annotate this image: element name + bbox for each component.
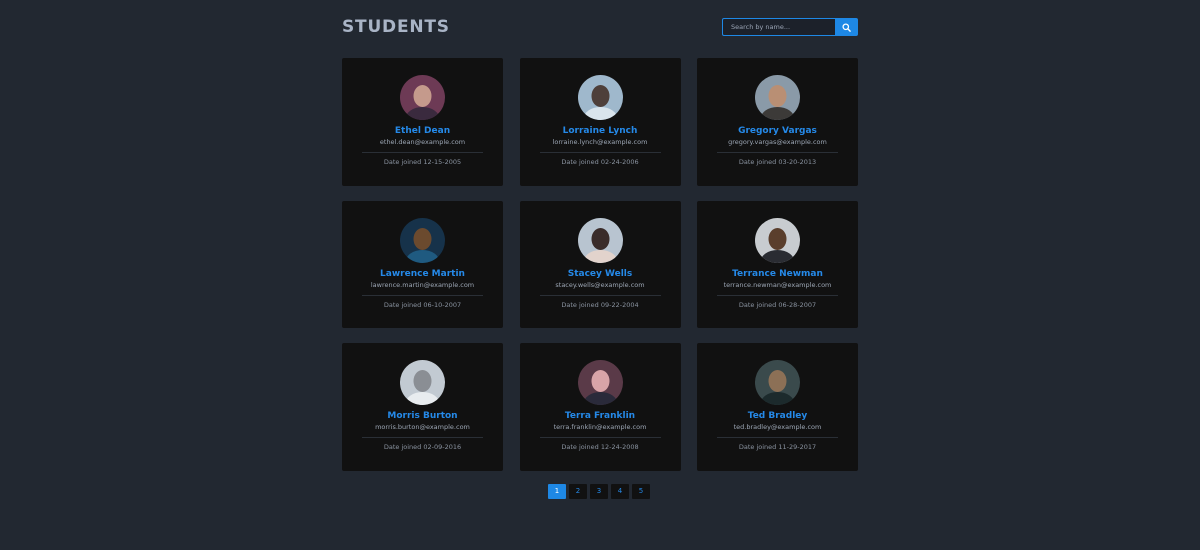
search-icon (842, 22, 851, 32)
divider (717, 152, 838, 153)
student-email: gregory.vargas@example.com (728, 138, 827, 146)
student-name[interactable]: Stacey Wells (520, 268, 681, 280)
student-name[interactable]: Ethel Dean (342, 125, 503, 137)
avatar (755, 75, 800, 120)
avatar (577, 360, 623, 405)
date-joined: Date joined 11-29-2017 (738, 443, 817, 451)
student-card[interactable]: Morris Burton morris.burton@example.com Da… (342, 343, 503, 471)
divider (362, 437, 483, 438)
avatar (755, 217, 800, 263)
date-joined: Date joined 06-28-2007 (738, 300, 817, 309)
page-button-1[interactable]: 1 (548, 484, 566, 499)
date-joined: Date joined 12-15-2005 (383, 158, 462, 166)
student-card[interactable]: Lawrence Martin lawrence.martin@example.c… (342, 200, 503, 328)
page-button-3[interactable]: 3 (590, 484, 608, 499)
page-button-4[interactable]: 4 (611, 484, 629, 499)
avatar (400, 360, 445, 405)
student-card[interactable]: Ethel Dean ethel.dean@example.com Date joi… (342, 58, 503, 186)
divider (539, 294, 661, 296)
student-card[interactable]: Gregory Vargas gregory.vargas@example.com… (697, 58, 858, 186)
divider (362, 152, 483, 153)
search-input[interactable] (722, 18, 835, 36)
student-name[interactable]: Lorraine Lynch (520, 125, 681, 137)
student-name[interactable]: Terra Franklin (520, 410, 681, 422)
student-name[interactable]: Gregory Vargas (697, 125, 858, 137)
student-card[interactable]: Stacey Wells stacey.wells@example.com Date… (519, 200, 681, 328)
student-name[interactable]: Lawrence Martin (342, 268, 503, 280)
student-email: terrance.newman@example.com (723, 280, 832, 289)
page-button-2[interactable]: 2 (569, 484, 587, 499)
divider (717, 437, 838, 438)
date-joined: Date joined 12-24-2008 (561, 443, 639, 451)
student-card[interactable]: Lorraine Lynch lorraine.lynch@example.com… (519, 58, 681, 186)
student-email: lawrence.martin@example.com (370, 280, 475, 289)
search-button[interactable] (835, 18, 858, 36)
pagination: 12345 (548, 484, 650, 499)
student-email: morris.burton@example.com (375, 423, 470, 431)
date-joined: Date joined 03-20-2013 (738, 158, 817, 166)
divider (717, 294, 838, 296)
students-page: STUDENTS Ethel Deanethel.dean@example.co… (0, 0, 1200, 550)
avatar (400, 217, 445, 263)
page-button-5[interactable]: 5 (632, 484, 650, 499)
avatar (577, 75, 623, 120)
avatar (755, 360, 800, 405)
divider (362, 294, 483, 296)
page-title: STUDENTS (342, 17, 450, 37)
student-email: ted.bradley@example.com (733, 423, 822, 431)
student-name[interactable]: Morris Burton (342, 410, 503, 422)
date-joined: Date joined 02-09-2016 (383, 443, 462, 451)
student-card[interactable]: Terra Franklin terra.franklin@example.com… (519, 343, 681, 471)
student-email: ethel.dean@example.com (379, 138, 466, 146)
date-joined: Date joined 09-22-2004 (561, 300, 639, 309)
divider (539, 152, 661, 153)
student-email: terra.franklin@example.com (553, 423, 647, 431)
student-grid: Ethel Dean ethel.dean@example.com Date joi… (342, 58, 858, 471)
student-name[interactable]: Ted Bradley (697, 410, 858, 422)
date-joined: Date joined 02-24-2006 (561, 158, 639, 166)
avatar (400, 75, 445, 120)
divider (539, 437, 661, 438)
student-card[interactable]: Ted Bradley ted.bradley@example.com Date j… (697, 343, 858, 471)
student-card[interactable]: Terrance Newman terrance.newman@example.c… (697, 200, 858, 328)
student-name[interactable]: Terrance Newman (697, 268, 858, 280)
page-header: STUDENTS (342, 0, 858, 58)
student-email: stacey.wells@example.com (555, 280, 645, 289)
student-email: lorraine.lynch@example.com (552, 138, 648, 146)
date-joined: Date joined 06-10-2007 (383, 300, 462, 309)
avatar (577, 217, 623, 263)
search-bar (722, 18, 858, 36)
